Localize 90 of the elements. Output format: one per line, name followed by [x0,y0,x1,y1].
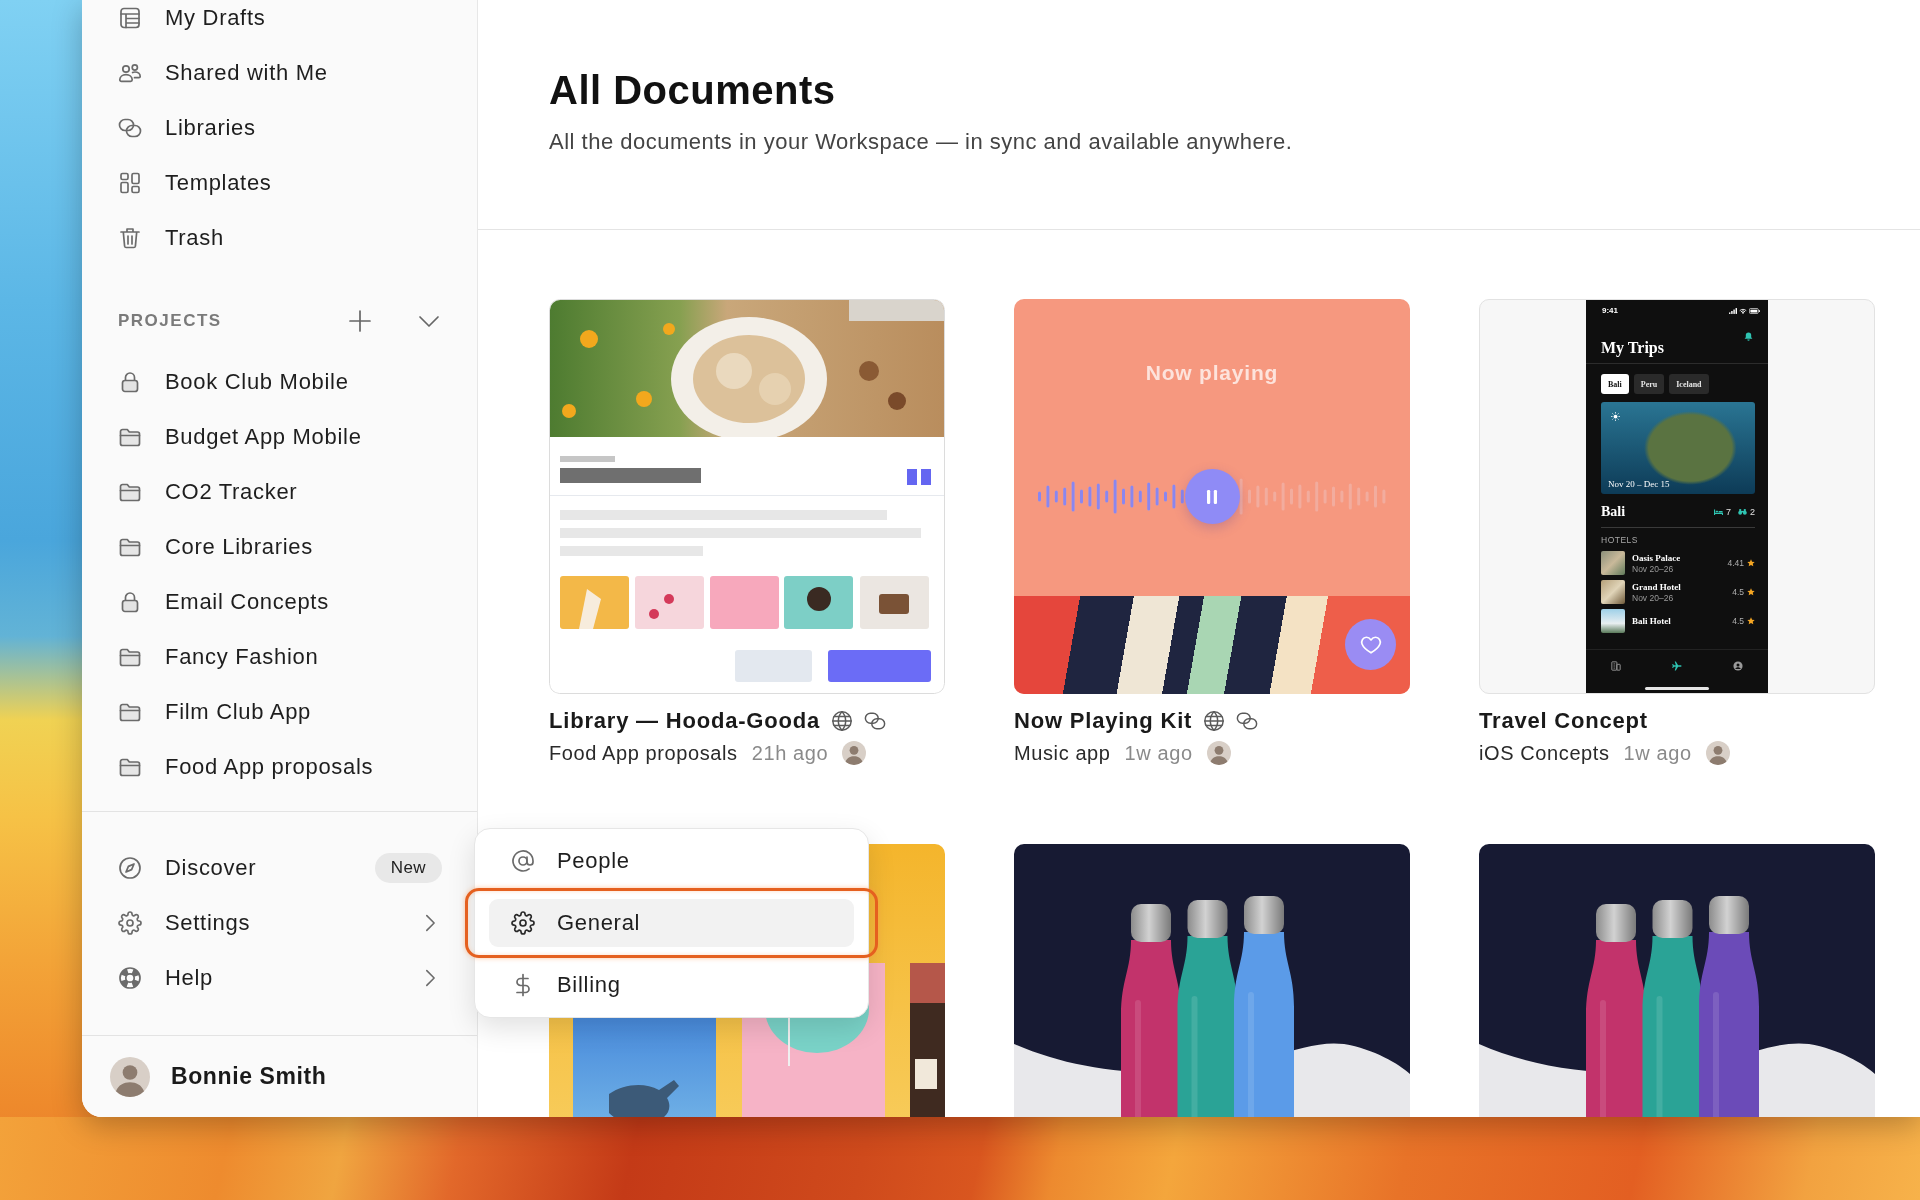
waveform-track[interactable] [1036,469,1388,524]
hotel-name: Grand Hotel [1632,581,1682,593]
avatar-icon [1705,741,1730,765]
gear-icon [118,911,142,935]
sidebar-item[interactable]: CO2 Tracker [118,474,445,510]
page-subtitle: All the documents in your Workspace — in sync and available anywhere. [549,128,1294,156]
plane-icon[interactable] [1672,661,1682,671]
bell-icon [1744,332,1753,341]
sidebar-item[interactable]: Shared with Me [118,55,445,91]
person-icon[interactable] [1732,661,1743,671]
compass-icon [118,856,142,880]
pause-button[interactable] [1184,469,1240,524]
sidebar-item[interactable]: Book Club Mobile [118,364,445,400]
hotel-photo [1601,551,1625,575]
hotel-photo [1601,609,1625,633]
section-label: HOTELS [1601,535,1639,546]
sidebar-item[interactable]: Settings [118,905,445,941]
wifi-icon [1739,308,1747,314]
sidebar-item[interactable]: Film Club App [118,694,445,730]
tab[interactable]: Peru [1633,374,1665,394]
account-button[interactable]: Bonnie Smith [82,1036,477,1117]
link-icon [118,116,142,140]
place-title: Bali [1601,504,1627,520]
stat-count: 7 [1725,506,1731,518]
gear-icon [511,911,535,935]
battery-icon [1749,308,1760,314]
lifebuoy-icon [118,966,142,990]
stat-count: 2 [1750,506,1755,518]
sidebar-item[interactable]: Discover New [118,850,445,886]
star-icon [1747,617,1755,625]
trash-icon [118,226,142,250]
modified-time: 21h ago [751,741,829,765]
hotel-dates: Nov 20–26 [1632,592,1675,603]
plus-icon[interactable] [348,309,372,333]
sidebar-item[interactable]: Food App proposals [118,749,445,785]
binoculars-icon [1738,509,1747,515]
avatar-icon [110,1056,150,1097]
hotel-photo [1601,580,1625,604]
document-title: Now Playing Kit [1014,708,1193,734]
hotel-rating: 4.41 [1727,558,1744,568]
sidebar-item[interactable]: Core Libraries [118,529,445,565]
sidebar-item[interactable]: Trash [118,220,445,256]
sidebar-item[interactable]: Fancy Fashion [118,639,445,675]
avatar-icon [1206,741,1231,765]
project-name: Food App proposals [549,741,738,765]
hotel-rating: 4.5 [1732,616,1744,626]
tab[interactable]: Iceland [1669,374,1709,394]
preview-heading: Now playing [1145,360,1279,386]
sidebar-item[interactable]: Libraries [118,110,445,146]
sidebar-item[interactable]: Templates [118,165,445,201]
menu-item[interactable]: General [489,899,854,947]
hotel-rating: 4.5 [1732,587,1744,597]
menu-item[interactable]: Billing [489,961,854,1009]
status-time: 9:41 [1602,306,1618,316]
section-label: PROJECTS [118,311,223,331]
document-icon [118,6,142,30]
sidebar-item[interactable]: Email Concepts [118,584,445,620]
signal-icon [1729,308,1737,314]
favorite-button[interactable] [1345,619,1396,670]
star-icon [1747,588,1755,596]
photo-caption: Nov 20 – Dec 15 [1608,479,1670,490]
modified-time: 1w ago [1623,741,1692,765]
hotel-dates: Nov 20–26 [1632,563,1675,574]
bed-icon [1713,509,1723,515]
page-title: All Documents [549,67,837,114]
project-name: Music app [1014,741,1111,765]
menu-item[interactable]: People [489,837,854,885]
tab[interactable]: Bali [1601,374,1629,394]
at-sign-icon [511,849,535,873]
pause-icon [1206,489,1218,504]
sidebar-item[interactable]: Help [118,960,445,996]
hotel-name: Bali Hotel [1632,615,1672,627]
modified-time: 1w ago [1124,741,1193,765]
people-icon [118,61,142,85]
project-name: iOS Concepts [1479,741,1610,765]
document-preview[interactable]: 9:41 My Trips Bali Peru Iceland Nov 20 – Dec 15 Bali 7 2 HOTELS Oasis Palace Nov 20–26 4.41 Grand Hotel Nov 20–26 4.5 Bali Hotel 4.5 [1479,299,1875,694]
badge: New [374,853,442,883]
sidebar-item[interactable]: Budget App Mobile [118,419,445,455]
avatar-icon [842,741,867,765]
document-title: Travel Concept [1479,708,1648,734]
home-indicator [1645,687,1709,690]
star-icon [1747,559,1755,567]
grid-icon [118,171,142,195]
screen-title: My Trips [1601,338,1664,358]
sun-icon [1611,412,1620,421]
hotel-name: Oasis Palace [1632,552,1682,564]
sidebar-item[interactable]: My Drafts [118,0,445,36]
building-icon[interactable] [1611,661,1622,671]
heart-icon [1359,633,1382,656]
document-title: Library — Hooda-Gooda [549,708,821,734]
